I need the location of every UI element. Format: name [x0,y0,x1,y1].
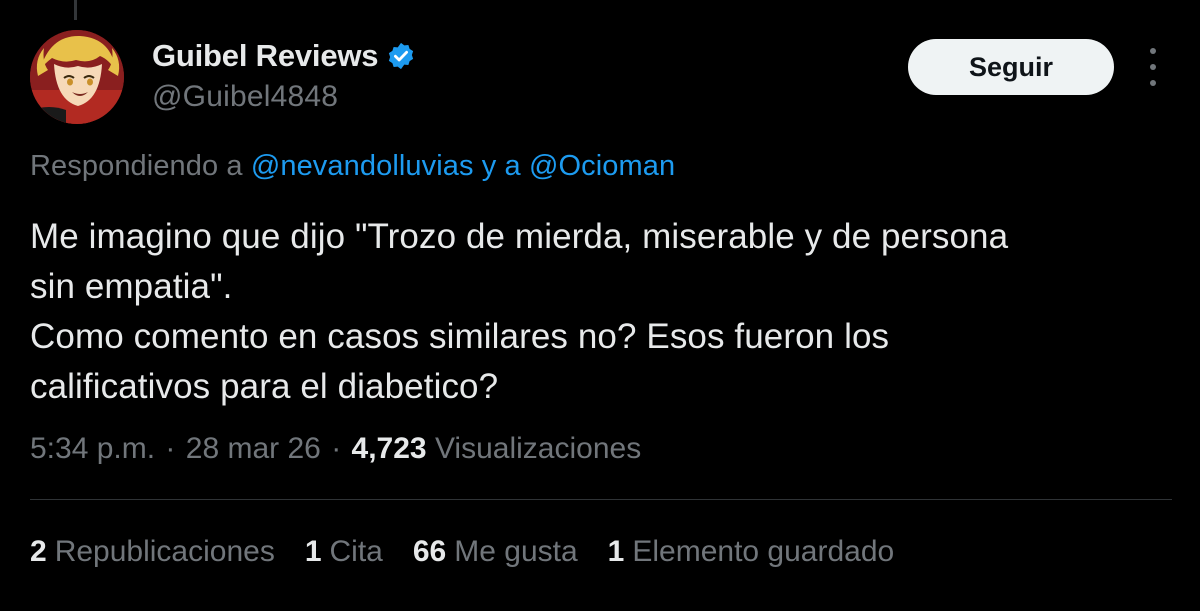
avatar[interactable] [30,30,124,124]
display-name[interactable]: Guibel Reviews [152,38,379,74]
quotes-count: 1 [304,535,322,568]
bookmarks-count: 1 [607,535,625,568]
tweet-detail: Guibel Reviews @Guibel4848 Seguir Respon… [0,0,1200,611]
tweet-date[interactable]: 28 mar 26 [186,432,321,465]
tweet-text-line: calificativos para el diabetico? [30,367,499,406]
reply-context: Respondiendo a @nevandolluvias y a @Ocio… [30,150,675,183]
tweet-text-line: Como comento en casos similares no? Esos… [30,317,890,356]
engagement-stats: 2 Republicaciones 1 Cita 66 Me gusta 1 E… [30,535,924,569]
reply-connector: y a [481,150,521,182]
more-vertical-icon[interactable] [1140,48,1166,86]
reposts-stat[interactable]: 2 Republicaciones [30,535,275,569]
views-count: 4,723 [351,432,427,465]
tweet-text: Me imagino que dijo "Trozo de mierda, mi… [30,212,1180,412]
reposts-label: Republicaciones [54,535,275,568]
mention-link-2[interactable]: @Ocioman [529,150,675,182]
mention-link-1[interactable]: @nevandolluvias [251,150,474,182]
reposts-count: 2 [30,535,47,568]
tweet-time[interactable]: 5:34 p.m. [30,432,155,465]
tweet-text-line: sin empatia". [30,267,233,306]
quotes-stat[interactable]: 1 Cita [305,535,383,569]
bookmarks-stat[interactable]: 1 Elemento guardado [608,535,895,569]
author-block: Guibel Reviews @Guibel4848 [152,36,416,114]
reply-prefix: Respondiendo a [30,150,243,182]
verified-badge-icon [386,41,416,71]
bookmarks-label: Elemento guardado [632,535,895,568]
thread-connector-line [74,0,77,20]
tweet-header: Guibel Reviews @Guibel4848 Seguir [30,30,1170,126]
meta-separator: · [165,432,176,465]
author-handle[interactable]: @Guibel4848 [152,80,416,114]
likes-stat[interactable]: 66 Me gusta [413,535,578,569]
display-name-row: Guibel Reviews [152,36,416,76]
likes-count: 66 [412,535,447,568]
divider [30,499,1172,500]
follow-button[interactable]: Seguir [908,39,1114,95]
views-label: Visualizaciones [434,432,642,465]
tweet-text-line: Me imagino que dijo "Trozo de mierda, mi… [30,217,1009,256]
quotes-label: Cita [329,535,383,568]
likes-label: Me gusta [454,535,578,568]
tweet-meta: 5:34 p.m. · 28 mar 26 · 4,723 Visualizac… [30,432,641,466]
meta-separator: · [331,432,342,465]
anime-character-avatar-icon [30,30,124,124]
